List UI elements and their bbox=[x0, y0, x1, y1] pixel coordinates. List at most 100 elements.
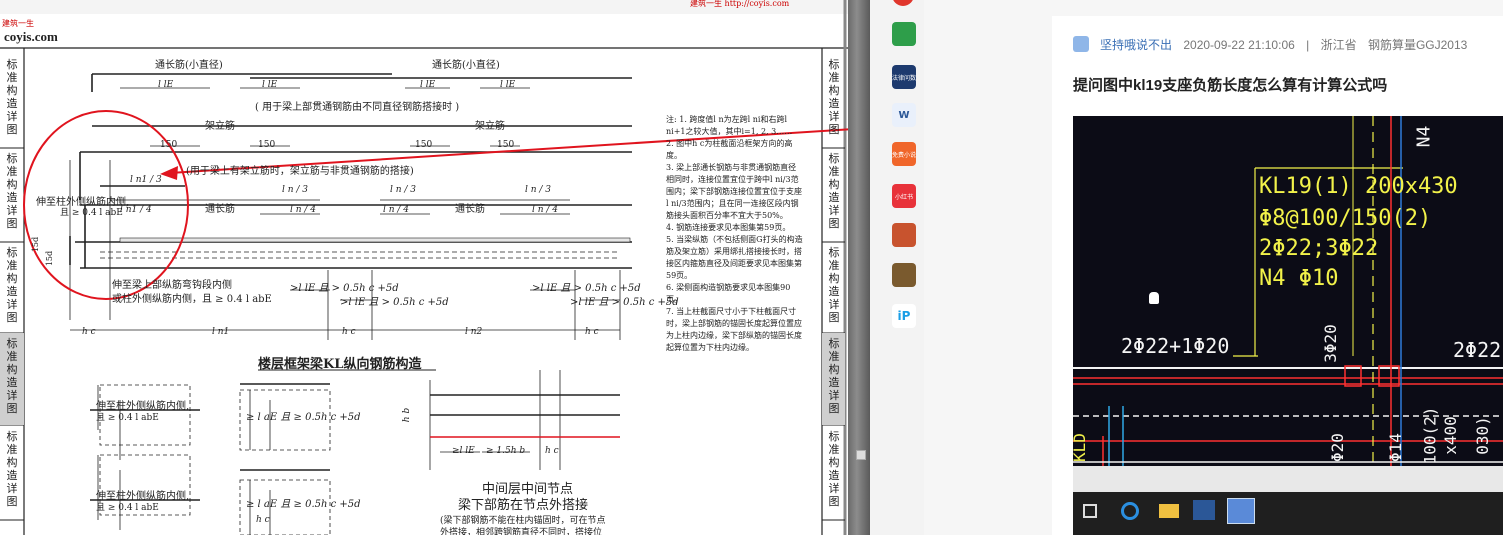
standard-drawing-page: 建筑一生 coyis.com 建筑一生 http://coyis.com 标准构… bbox=[0, 0, 848, 535]
label-150-a: 150 bbox=[160, 140, 178, 150]
vert-label-b: Φ14 bbox=[1385, 433, 1405, 462]
right-rebar-label: 2Φ22 bbox=[1453, 338, 1502, 362]
label-ext-a-2: 且 ≥ 0.4 l abE bbox=[96, 413, 159, 423]
beam-label-line1: KL19(1) 200x430 bbox=[1259, 174, 1458, 199]
mid-note-2: 外搭接，相邻跨钢筋直径不同时，搭接位 bbox=[440, 528, 603, 535]
label-through-a: 通长筋 bbox=[205, 204, 235, 215]
notes-list: 注: 1. 跨度值l n为左跨l ni和右跨l ni+1之较大值，其中i=1, … bbox=[666, 114, 804, 354]
note-item: 2. 图中h c为柱截面沿框架方向的高度。 bbox=[666, 139, 793, 160]
vert-label-e: 030) bbox=[1472, 416, 1492, 455]
label-hc-1: h c bbox=[82, 327, 96, 337]
label-ext-b-2: 且 ≥ 0.4 l abE bbox=[96, 503, 159, 513]
author-link[interactable]: 坚持哦说不出 bbox=[1100, 38, 1172, 52]
note-item: 注: 1. 跨度值l n为左跨l ni和右跨l ni+1之较大值，其中i=1, … bbox=[666, 115, 793, 136]
cad-task-icon bbox=[1227, 498, 1255, 524]
note-item: 3. 梁上部通长钢筋与非贯通钢筋直径相同时，连接位置宜位于跨中l ni/3范围内… bbox=[666, 163, 802, 220]
post-meta: 坚持哦说不出 2020-09-22 21:10:06 | 浙江省 钢筋算量GGJ… bbox=[1100, 36, 1475, 53]
label-ln-3c: l n / 3 bbox=[525, 185, 552, 195]
label-lower-le-b: ≥ l aE 且 ≥ 0.5h c +5d bbox=[246, 499, 361, 510]
game-castle-icon[interactable] bbox=[892, 263, 916, 287]
label-through-bar-right: 通长筋(小直径) bbox=[432, 60, 500, 71]
label-mid-hc: h c bbox=[545, 446, 559, 456]
mid-subtitle: 梁下部筋在节点外搭接 bbox=[458, 498, 589, 513]
meta-separator: | bbox=[1306, 38, 1310, 52]
label-lle-1: l lE bbox=[158, 80, 174, 90]
note-item: 7. 当上柱截面尺寸小于下柱截面尺寸时，梁上部钢筋的锚固长度起算位置应为上柱内边… bbox=[666, 307, 802, 352]
vert-label-d: x400 bbox=[1440, 416, 1460, 455]
label-ln1: l n1 bbox=[212, 327, 230, 337]
label-ln-3a: l n / 3 bbox=[282, 185, 309, 195]
side-label-r1: 标准构造详图 bbox=[828, 58, 840, 136]
side-label-2: 标准构造详图 bbox=[6, 152, 18, 230]
label-150-b: 150 bbox=[258, 140, 276, 150]
free-novel-icon[interactable]: 免费小说 bbox=[892, 142, 916, 166]
label-ln-4c: l n / 4 bbox=[532, 205, 559, 215]
label-ln-4b: l n / 4 bbox=[383, 205, 410, 215]
puzzle-app-icon[interactable]: 法律问数 bbox=[892, 65, 916, 89]
red-app-icon[interactable] bbox=[892, 0, 914, 6]
note-item: 6. 梁侧面构造钢筋要求见本图集90页。 bbox=[666, 283, 791, 304]
n4-label: N4 bbox=[1413, 125, 1435, 148]
post-location: 浙江省 bbox=[1320, 38, 1357, 52]
task-view-icon bbox=[1083, 504, 1097, 518]
label-le-c: >l lE 且 > 0.5h c +5d bbox=[532, 283, 641, 294]
label-ext-bottom-1: 伸至梁上部纵筋弯钩段内侧 bbox=[112, 280, 232, 291]
vert-label-c: 100(2) bbox=[1420, 406, 1440, 465]
label-mid-le: ≥l lE bbox=[452, 446, 475, 456]
vertical-rebar-label: 3Φ20 bbox=[1320, 324, 1340, 363]
label-ln-4a: l n / 4 bbox=[290, 205, 317, 215]
label-ln2: l n2 bbox=[465, 327, 483, 337]
game-avatar-icon[interactable] bbox=[892, 223, 916, 247]
label-le-b: >l lE 且 > 0.5h c +5d bbox=[340, 297, 449, 308]
label-hb: h b bbox=[402, 407, 413, 423]
red-book-icon[interactable]: 小红书 bbox=[892, 184, 916, 208]
scroll-handle[interactable] bbox=[856, 450, 866, 460]
post-software[interactable]: 钢筋算量GGJ2013 bbox=[1368, 38, 1467, 52]
main-title: 楼层框架梁KL纵向钢筋构造 bbox=[258, 357, 422, 372]
side-label-4: 标准构造详图 bbox=[6, 337, 18, 415]
label-lle-2: l lE bbox=[262, 80, 278, 90]
label-ext-bottom-2: 或柱外侧纵筋内侧，且 ≥ 0.4 l abE bbox=[112, 294, 272, 305]
label-hc-2: h c bbox=[342, 327, 356, 337]
cad-photo[interactable]: KL19(1) 200x430 Φ8@100/150(2) 2Φ22;3Φ22 … bbox=[1073, 116, 1503, 535]
edge-icon bbox=[1121, 502, 1139, 520]
label-le-a: >l lE 且 > 0.5h c +5d bbox=[290, 283, 399, 294]
cursor-hand-icon bbox=[1149, 292, 1159, 304]
p-app-icon[interactable]: iP bbox=[892, 304, 916, 328]
note-item: 4. 钢筋连接要求见本图集第59页。 bbox=[666, 223, 791, 232]
label-erect-left: 架立筋 bbox=[205, 121, 235, 132]
label-lle-4: l lE bbox=[500, 80, 516, 90]
explorer-icon bbox=[1159, 504, 1179, 518]
mail-icon[interactable] bbox=[892, 22, 916, 46]
label-lower-le-a: ≥ l aE 且 ≥ 0.5h c +5d bbox=[246, 412, 361, 423]
label-ext-left-2: 且 ≥ 0.4 l abE bbox=[60, 208, 123, 218]
left-vert-label: KLD bbox=[1073, 433, 1089, 462]
label-ln-3b: l n / 3 bbox=[390, 185, 417, 195]
side-label-3: 标准构造详图 bbox=[6, 246, 18, 324]
label-le-d: >l lE 且 > 0.5h c +5d bbox=[570, 297, 679, 308]
note-erect: (用于梁上有架立筋时，架立筋与非贯通钢筋的搭接) bbox=[186, 166, 414, 177]
beam-label-line2: Φ8@100/150(2) bbox=[1259, 206, 1432, 231]
question-title[interactable]: 提问图中kl19支座负筋长度怎么算有计算公式吗 bbox=[1073, 74, 1387, 95]
label-15d-b: 15d bbox=[45, 250, 55, 267]
avatar[interactable] bbox=[1073, 36, 1089, 52]
side-label-1: 标准构造详图 bbox=[6, 58, 18, 136]
label-150-d: 150 bbox=[497, 140, 515, 150]
label-mid-15: ≥ 1.5h b bbox=[486, 446, 526, 456]
post-datetime: 2020-09-22 21:10:06 bbox=[1183, 38, 1295, 52]
label-lle-3: l lE bbox=[420, 80, 436, 90]
label-ln1-3: l n1 / 3 bbox=[130, 175, 162, 185]
word-task-icon bbox=[1193, 500, 1215, 520]
side-label-r5: 标准构造详图 bbox=[828, 430, 840, 508]
word-doc-icon[interactable]: W bbox=[892, 103, 916, 127]
label-15d-a: 15d bbox=[31, 236, 41, 253]
label-erect-right: 架立筋 bbox=[475, 121, 505, 132]
label-150-c: 150 bbox=[415, 140, 433, 150]
note-splice: ( 用于梁上部贯通钢筋由不同直径钢筋搭接时 ) bbox=[255, 102, 460, 113]
label-through-bar-left: 通长筋(小直径) bbox=[155, 60, 223, 71]
side-label-r2: 标准构造详图 bbox=[828, 152, 840, 230]
side-label-r4: 标准构造详图 bbox=[828, 337, 840, 415]
side-label-5: 标准构造详图 bbox=[6, 430, 18, 508]
label-hc-3: h c bbox=[585, 327, 599, 337]
beam-label-line3: 2Φ22;3Φ22 bbox=[1259, 236, 1379, 261]
